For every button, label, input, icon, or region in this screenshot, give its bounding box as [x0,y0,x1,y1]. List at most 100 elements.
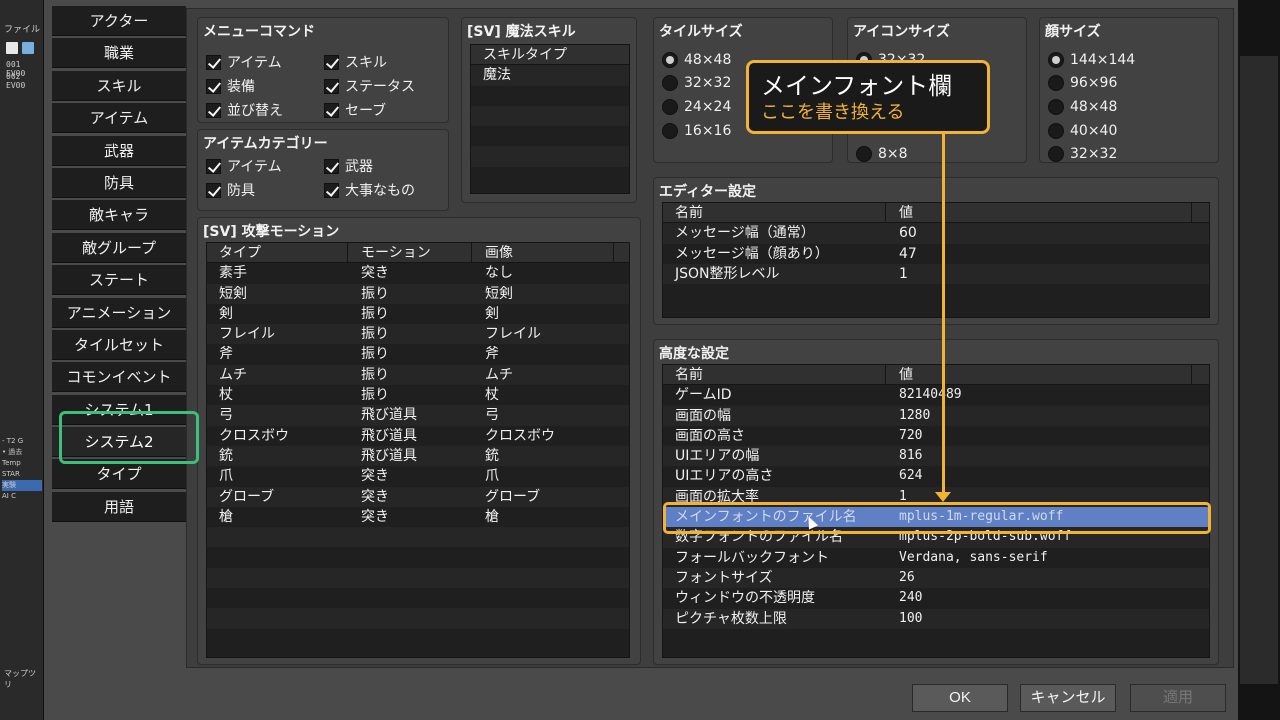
table-row[interactable]: ゲームID 82140489 [663,385,1209,405]
table-row[interactable]: フォールバックフォント Verdana, sans-serif [663,548,1209,568]
checkbox-category-keyitem[interactable]: 大事なもの [324,180,415,200]
table-row[interactable]: クロスボウ 飛び道具 クロスボウ [207,426,629,446]
radio-dot[interactable] [662,123,678,139]
table-row[interactable]: 素手 突き なし [207,263,629,283]
table-row[interactable]: メッセージ幅（顔あり） 47 [663,244,1209,264]
checkmark-icon[interactable] [324,158,339,174]
table-row[interactable]: グローブ 突き グローブ [207,486,629,507]
table-row[interactable] [663,284,1209,304]
radio-dot[interactable] [1048,75,1064,91]
table-row[interactable] [207,547,629,567]
new-file-icon[interactable] [6,42,18,54]
checkbox-menu-item[interactable]: アイテム [206,52,282,72]
event-item[interactable]: 002 EV00 [6,72,43,90]
cancel-button[interactable]: キャンセル [1020,684,1116,712]
checkbox-category-armor[interactable]: 防具 [206,180,255,200]
radio-dot[interactable] [1048,99,1064,115]
table-row[interactable]: UIエリアの幅 816 [663,446,1209,467]
column-separator[interactable] [1191,365,1192,385]
radio-face-40[interactable]: 40×40 [1048,123,1117,139]
tab-troops[interactable]: 敵グループ [52,232,186,263]
column-separator[interactable] [1191,203,1192,223]
table-row[interactable]: 杖 振り 杖 [207,385,629,405]
menu-file[interactable]: ファイル [4,22,40,35]
table-row[interactable]: 画面の幅 1280 [663,405,1209,426]
radio-dot[interactable] [1048,146,1064,162]
radio-dot[interactable] [1048,123,1064,139]
radio-tile-48[interactable]: 48×48 [662,52,731,68]
table-row[interactable]: フォントサイズ 26 [663,567,1209,589]
table-row[interactable] [207,567,629,589]
ok-button[interactable]: OK [912,684,1008,712]
radio-dot[interactable] [1048,52,1064,68]
list-item[interactable]: 魔法 [471,65,629,86]
list-item[interactable] [471,86,629,106]
map-tree-item[interactable]: AI C [2,491,42,502]
tab-items[interactable]: アイテム [52,103,186,134]
table-row[interactable] [207,608,629,629]
map-tree-item[interactable]: • 過去 [2,447,42,458]
checkbox-category-item[interactable]: アイテム [206,156,282,176]
table-row[interactable]: フレイル 振り フレイル [207,324,629,345]
checkbox-menu-save[interactable]: セーブ [324,100,386,120]
checkbox-menu-sort[interactable]: 並び替え [206,100,283,120]
table-row[interactable] [207,527,629,548]
radio-tile-24[interactable]: 24×24 [662,99,731,115]
table-row[interactable]: 爪 突き 爪 [207,466,629,486]
checkmark-icon[interactable] [324,182,339,198]
open-folder-icon[interactable] [22,42,34,54]
checkmark-icon[interactable] [206,54,221,70]
tab-states[interactable]: ステート [52,265,186,296]
radio-face-144[interactable]: 144×144 [1048,52,1135,68]
checkmark-icon[interactable] [324,78,339,94]
radio-face-32[interactable]: 32×32 [1048,146,1117,162]
radio-dot[interactable] [662,99,678,115]
tab-enemies[interactable]: 敵キャラ [52,200,186,231]
sv-magic-skill-list[interactable]: スキルタイプ 魔法 [470,44,630,194]
table-row[interactable]: 銃 飛び道具 銃 [207,445,629,467]
column-separator[interactable] [613,243,614,263]
tab-tilesets[interactable]: タイルセット [52,329,186,360]
map-tree-item[interactable]: 実験 [2,480,42,491]
radio-tile-16[interactable]: 16×16 [662,123,731,139]
tab-common-events[interactable]: コモンイベント [52,362,186,393]
tab-animations[interactable]: アニメーション [52,297,186,328]
checkmark-icon[interactable] [324,102,339,118]
tab-armors[interactable]: 防具 [52,167,186,198]
checkmark-icon[interactable] [206,78,221,94]
table-row[interactable] [207,588,629,608]
checkbox-menu-equip[interactable]: 装備 [206,76,255,96]
map-tree-item[interactable]: Temp [2,458,42,469]
radio-face-48[interactable]: 48×48 [1048,99,1117,115]
radio-dot[interactable] [662,75,678,91]
table-row[interactable]: ウィンドウの不透明度 240 [663,588,1209,608]
table-row[interactable]: 槍 突き 槍 [207,507,629,527]
tab-actors[interactable]: アクター [52,6,186,36]
table-row[interactable]: ピクチャ枚数上限 100 [663,608,1209,629]
table-row[interactable]: UIエリアの高さ 624 [663,466,1209,486]
editor-settings-table[interactable]: 名前 値 メッセージ幅（通常） 60 メッセージ幅（顔あり） 47 JSON整形レベ… [662,202,1210,318]
checkmark-icon[interactable] [206,158,221,174]
list-item[interactable] [471,167,629,187]
table-row[interactable] [663,629,1209,649]
list-item[interactable] [471,146,629,167]
column-separator[interactable] [347,243,348,263]
table-row[interactable] [207,629,629,649]
column-separator[interactable] [885,203,886,223]
checkbox-menu-status[interactable]: ステータス [324,76,415,96]
list-item[interactable] [471,126,629,146]
table-row[interactable]: 斧 振り 斧 [207,344,629,364]
radio-icon-8[interactable]: 8×8 [856,146,908,162]
list-item[interactable] [471,105,629,127]
map-tree-item[interactable]: STAR [2,469,42,480]
checkbox-menu-skill[interactable]: スキル [324,52,387,72]
tab-weapons[interactable]: 武器 [52,135,186,166]
table-row[interactable]: ムチ 振り ムチ [207,364,629,386]
column-separator[interactable] [885,365,886,385]
tab-classes[interactable]: 職業 [52,38,186,69]
table-row[interactable]: 剣 振り 剣 [207,304,629,324]
radio-dot[interactable] [856,146,872,162]
tab-terms[interactable]: 用語 [52,491,186,522]
column-separator[interactable] [471,243,472,263]
radio-face-96[interactable]: 96×96 [1048,75,1117,91]
